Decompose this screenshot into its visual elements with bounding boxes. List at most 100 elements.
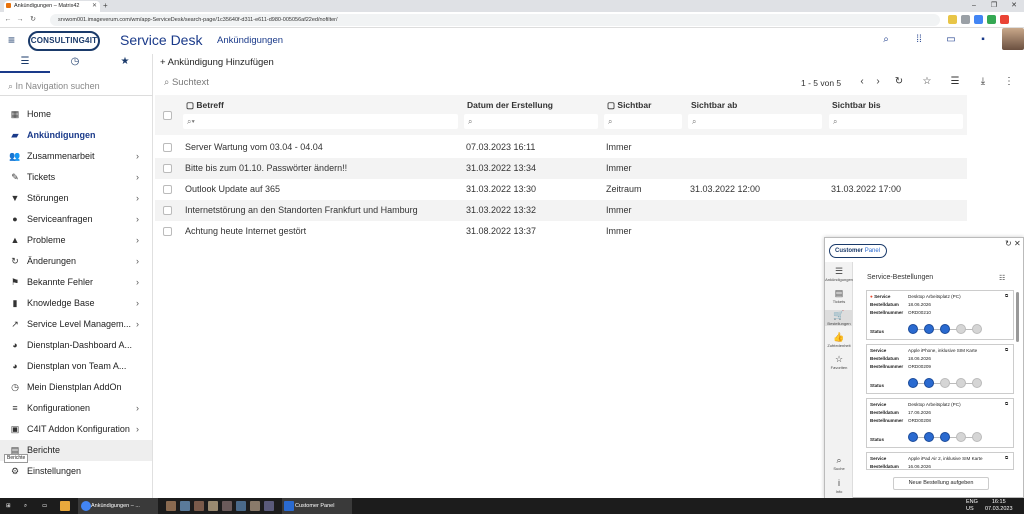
more-icon[interactable]: ⋮	[1002, 76, 1016, 87]
row-checkbox[interactable]	[163, 164, 172, 173]
sidebar-search[interactable]: ⌕ In Navigation suchen	[0, 76, 153, 96]
panel-rail-tickets[interactable]: ▤ Tickets	[825, 288, 853, 304]
prev-page-icon[interactable]: ‹	[855, 76, 869, 87]
tab-close-icon[interactable]: ✕	[92, 0, 97, 12]
language-indicator[interactable]: ENG US	[966, 499, 978, 515]
extension-icon[interactable]	[987, 15, 996, 24]
open-external-icon[interactable]: ⧉	[1005, 400, 1008, 407]
download-icon[interactable]: ⤓	[976, 76, 990, 87]
profile-icon[interactable]	[1000, 15, 1009, 24]
taskbar-app-icon[interactable]	[208, 501, 218, 511]
column-header-betreff[interactable]: ▢ Betreff	[186, 100, 224, 110]
row-checkbox[interactable]	[163, 227, 172, 236]
reload-icon[interactable]: ↻	[27, 12, 39, 28]
panel-rail-suche[interactable]: ⌕ Suche	[825, 455, 853, 471]
new-order-button[interactable]: Neue Bestellung aufgeben	[893, 477, 989, 490]
page-breadcrumb[interactable]: Ankündigungen	[217, 35, 283, 47]
panel-scrollbar[interactable]	[1016, 292, 1019, 342]
restore-icon[interactable]: ❐	[986, 0, 1002, 12]
taskbar-app-icon[interactable]	[264, 501, 274, 511]
panel-rail-favoriten[interactable]: ☆ Favoriten	[825, 354, 853, 370]
sidebar-item-dienstplan-von-team-a[interactable]: ◕ Dienstplan von Team A...	[0, 356, 152, 377]
add-announcement-button[interactable]: + Ankündigung Hinzufügen	[160, 57, 274, 69]
search-icon[interactable]: ⌕	[879, 34, 893, 45]
status-step-icon	[956, 432, 966, 442]
clock[interactable]: 16:15 07.03.2023	[985, 499, 1013, 515]
sidebar-item-knowledge-base[interactable]: ▮ Knowledge Base ›	[0, 293, 152, 314]
refresh-icon[interactable]: ↻	[892, 76, 906, 87]
column-header-datum[interactable]: Datum der Erstellung	[467, 100, 553, 110]
screen-icon[interactable]: ▭	[944, 34, 958, 45]
taskbar-app-icon[interactable]	[222, 501, 232, 511]
apps-grid-icon[interactable]: ⁞⁞	[912, 34, 926, 45]
filter-sichtbar-bis-input[interactable]: ⌕	[829, 114, 963, 129]
filter-datum-input[interactable]: ⌕	[464, 114, 598, 129]
sidebar-tab-history[interactable]: ◷	[50, 56, 100, 67]
next-page-icon[interactable]: ›	[871, 76, 885, 87]
taskbar-app-icon[interactable]	[236, 501, 246, 511]
start-icon[interactable]: ⊞	[6, 498, 11, 514]
task-view-icon[interactable]: ▭	[42, 498, 47, 514]
sidebar-item-ankündigungen[interactable]: ▰ Ankündigungen	[0, 125, 152, 146]
taskbar-app-icon[interactable]	[166, 501, 176, 511]
extension-icon[interactable]	[974, 15, 983, 24]
column-header-sichtbar-bis[interactable]: Sichtbar bis	[832, 100, 881, 110]
sidebar-item-c4it-addon-konfiguration[interactable]: ▣ C4IT Addon Konfiguration ›	[0, 419, 152, 440]
sidebar-item-probleme[interactable]: ▲ Probleme ›	[0, 230, 152, 251]
filter-icon[interactable]: ☰	[948, 76, 962, 87]
open-external-icon[interactable]: ⧉	[1005, 346, 1008, 353]
filter-betreff-input[interactable]: ⌕▾	[183, 114, 458, 129]
column-header-sichtbar[interactable]: ▢ Sichtbar	[607, 100, 651, 110]
panel-rail-ankündigungen[interactable]: ☰ Ankündigungen	[825, 266, 853, 282]
select-all-checkbox[interactable]	[163, 111, 172, 120]
taskbar-search-icon[interactable]: ⌕	[24, 498, 27, 514]
sidebar-item-tickets[interactable]: ✎ Tickets ›	[0, 167, 152, 188]
panel-rail-bestellungen[interactable]: 🛒 Bestellungen	[825, 310, 853, 326]
service-request-icon: ●	[12, 214, 18, 224]
open-external-icon[interactable]: ⧉	[1005, 454, 1008, 461]
panel-rail-zufriedenheit[interactable]: 👍 Zufriedenheit	[825, 332, 853, 348]
new-tab-icon[interactable]: +	[103, 0, 108, 12]
row-checkbox[interactable]	[163, 206, 172, 215]
back-icon[interactable]: ←	[2, 12, 14, 28]
explorer-icon[interactable]	[60, 501, 70, 511]
row-checkbox[interactable]	[163, 143, 172, 152]
forward-icon[interactable]: →	[14, 12, 26, 28]
sidebar-item-home[interactable]: ▦ Home	[0, 104, 152, 125]
sidebar-item-serviceanfragen[interactable]: ● Serviceanfragen ›	[0, 209, 152, 230]
sidebar-item-zusammenarbeit[interactable]: 👥 Zusammenarbeit ›	[0, 146, 152, 167]
favorite-icon[interactable]: ☆	[920, 76, 934, 87]
minimize-icon[interactable]: –	[966, 0, 982, 12]
panel-rail-info[interactable]: i Info	[825, 478, 853, 494]
taskbar-app-icon[interactable]	[194, 501, 204, 511]
window-close-icon[interactable]: ✕	[1006, 0, 1022, 12]
filter-sichtbar-input[interactable]: ⌕	[604, 114, 682, 129]
sidebar-item-einstellungen[interactable]: ⚙ Einstellungen	[0, 461, 152, 482]
order-date: Bestelldatum 16.06.2026	[870, 464, 931, 469]
hamburger-menu-icon[interactable]: ≡	[8, 33, 15, 47]
panel-filter-icon[interactable]: ☷	[999, 274, 1005, 282]
panel-controls[interactable]: ↻ ✕	[1005, 239, 1021, 248]
sidebar-item-bekannte-fehler[interactable]: ⚑ Bekannte Fehler ›	[0, 272, 152, 293]
taskbar-app-icon[interactable]	[180, 501, 190, 511]
browser-tab[interactable]: Ankündigungen – Matrix42	[4, 1, 100, 12]
sidebar-item-änderungen[interactable]: ↻ Änderungen ›	[0, 251, 152, 272]
row-checkbox[interactable]	[163, 185, 172, 194]
sidebar-tab-favorites[interactable]: ★	[100, 56, 150, 67]
extension-icon[interactable]	[961, 15, 970, 24]
column-header-sichtbar-ab[interactable]: Sichtbar ab	[691, 100, 737, 110]
filter-sichtbar-ab-input[interactable]: ⌕	[688, 114, 822, 129]
taskbar-app-icon[interactable]	[250, 501, 260, 511]
sidebar-item-dienstplan-dashboard-a[interactable]: ◕ Dienstplan-Dashboard A...	[0, 335, 152, 356]
sidebar-item-störungen[interactable]: ▼ Störungen ›	[0, 188, 152, 209]
extension-icon[interactable]	[948, 15, 957, 24]
sidebar-tab-list[interactable]: ☰	[0, 56, 50, 67]
chat-icon[interactable]: ▪	[976, 34, 990, 45]
open-external-icon[interactable]: ⧉	[1005, 292, 1008, 299]
avatar[interactable]	[1002, 28, 1024, 50]
sidebar-item-mein-dienstplan-addon[interactable]: ◷ Mein Dienstplan AddOn	[0, 377, 152, 398]
search-input[interactable]: ⌕ Suchtext	[164, 77, 209, 89]
sidebar-item-konfigurationen[interactable]: ≡ Konfigurationen ›	[0, 398, 152, 419]
url-field[interactable]: srvwom001.imageverum.com/wm/app-ServiceD…	[50, 14, 940, 26]
sidebar-item-service-level-managem[interactable]: ↗ Service Level Managem... ›	[0, 314, 152, 335]
